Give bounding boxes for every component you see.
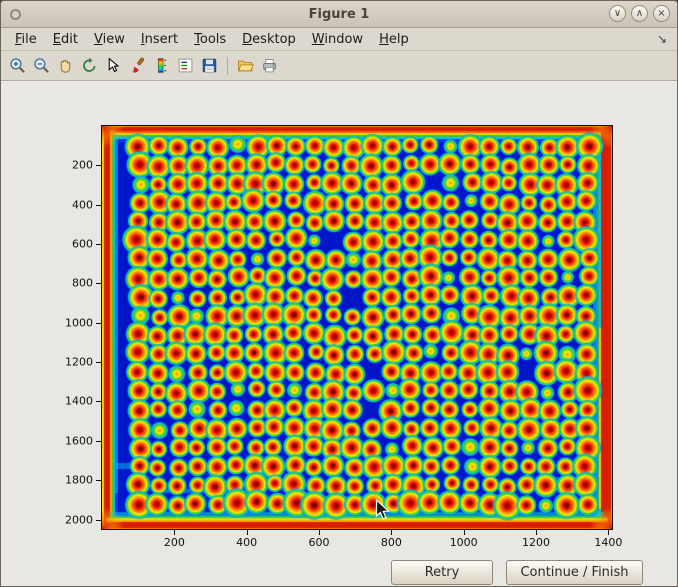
figure-content: 200 400 600 800 1000 1200 1400 1600 1800 2000 200 4… bbox=[1, 81, 677, 587]
plate-scan-image[interactable] bbox=[102, 126, 612, 529]
menu-help[interactable]: Help bbox=[371, 30, 417, 49]
zoom-in-icon[interactable] bbox=[6, 54, 29, 77]
x-tick-label: 1000 bbox=[450, 536, 478, 549]
y-tick-label: 1000 bbox=[65, 316, 93, 329]
y-tick-label: 2000 bbox=[65, 513, 93, 526]
menu-view[interactable]: View bbox=[86, 30, 133, 49]
menubar: FileEditViewInsertToolsDesktopWindowHelp… bbox=[1, 28, 677, 51]
menu-tools[interactable]: Tools bbox=[186, 30, 234, 49]
y-tick-mark bbox=[96, 520, 101, 521]
y-tick-label: 1600 bbox=[65, 434, 93, 447]
window-title: Figure 1 bbox=[1, 7, 677, 22]
y-tick-label: 1200 bbox=[65, 356, 93, 369]
y-tick-mark bbox=[96, 480, 101, 481]
x-tick-label: 400 bbox=[236, 536, 257, 549]
rotate-3d-icon[interactable] bbox=[78, 54, 101, 77]
titlebar[interactable]: Figure 1 ∨ ∧ × bbox=[1, 1, 677, 28]
toolbar-separator bbox=[227, 57, 228, 75]
data-cursor-icon[interactable] bbox=[102, 54, 125, 77]
y-tick-label: 600 bbox=[72, 238, 93, 251]
brush-icon[interactable] bbox=[126, 54, 149, 77]
x-tick-mark bbox=[247, 530, 248, 535]
x-tick-mark bbox=[608, 530, 609, 535]
minimize-button[interactable]: ∨ bbox=[609, 5, 626, 22]
retry-button[interactable]: Retry bbox=[391, 560, 493, 585]
y-tick-mark bbox=[96, 283, 101, 284]
legend-icon[interactable] bbox=[174, 54, 197, 77]
menu-desktop[interactable]: Desktop bbox=[234, 30, 304, 49]
zoom-out-icon[interactable] bbox=[30, 54, 53, 77]
y-tick-mark bbox=[96, 362, 101, 363]
x-tick-label: 1200 bbox=[522, 536, 550, 549]
y-tick-label: 800 bbox=[72, 277, 93, 290]
menu-insert[interactable]: Insert bbox=[133, 30, 186, 49]
menu-items: FileEditViewInsertToolsDesktopWindowHelp bbox=[7, 30, 417, 49]
titlebar-buttons: ∨ ∧ × bbox=[609, 5, 670, 22]
y-tick-label: 200 bbox=[72, 159, 93, 172]
axes[interactable]: 2004006008001000120014001600180020002004… bbox=[101, 125, 613, 530]
y-tick-mark bbox=[96, 441, 101, 442]
y-tick-mark bbox=[96, 244, 101, 245]
y-tick-mark bbox=[96, 401, 101, 402]
menu-file[interactable]: File bbox=[7, 30, 45, 49]
x-tick-label: 200 bbox=[164, 536, 185, 549]
close-button[interactable]: × bbox=[653, 5, 670, 22]
figure-window: Figure 1 ∨ ∧ × FileEditViewInsertToolsDe… bbox=[0, 0, 678, 587]
maximize-button[interactable]: ∧ bbox=[631, 5, 648, 22]
menu-edit[interactable]: Edit bbox=[45, 30, 86, 49]
pan-icon[interactable] bbox=[54, 54, 77, 77]
x-tick-label: 1400 bbox=[594, 536, 622, 549]
toolbar bbox=[1, 51, 677, 81]
y-tick-mark bbox=[96, 205, 101, 206]
x-tick-label: 600 bbox=[309, 536, 330, 549]
x-tick-mark bbox=[319, 530, 320, 535]
x-tick-mark bbox=[391, 530, 392, 535]
open-icon[interactable] bbox=[234, 54, 257, 77]
x-tick-mark bbox=[464, 530, 465, 535]
menu-window[interactable]: Window bbox=[304, 30, 371, 49]
save-icon[interactable] bbox=[198, 54, 221, 77]
colorbar-icon[interactable] bbox=[150, 54, 173, 77]
undock-arrow-icon[interactable]: ↘ bbox=[657, 32, 667, 46]
y-tick-label: 1400 bbox=[65, 395, 93, 408]
x-tick-mark bbox=[536, 530, 537, 535]
y-tick-mark bbox=[96, 323, 101, 324]
x-tick-mark bbox=[174, 530, 175, 535]
y-tick-label: 400 bbox=[72, 198, 93, 211]
continue-finish-button[interactable]: Continue / Finish bbox=[506, 560, 643, 585]
print-icon[interactable] bbox=[258, 54, 281, 77]
y-tick-mark bbox=[96, 165, 101, 166]
y-tick-label: 1800 bbox=[65, 474, 93, 487]
x-tick-label: 800 bbox=[381, 536, 402, 549]
window-icon bbox=[10, 9, 21, 20]
